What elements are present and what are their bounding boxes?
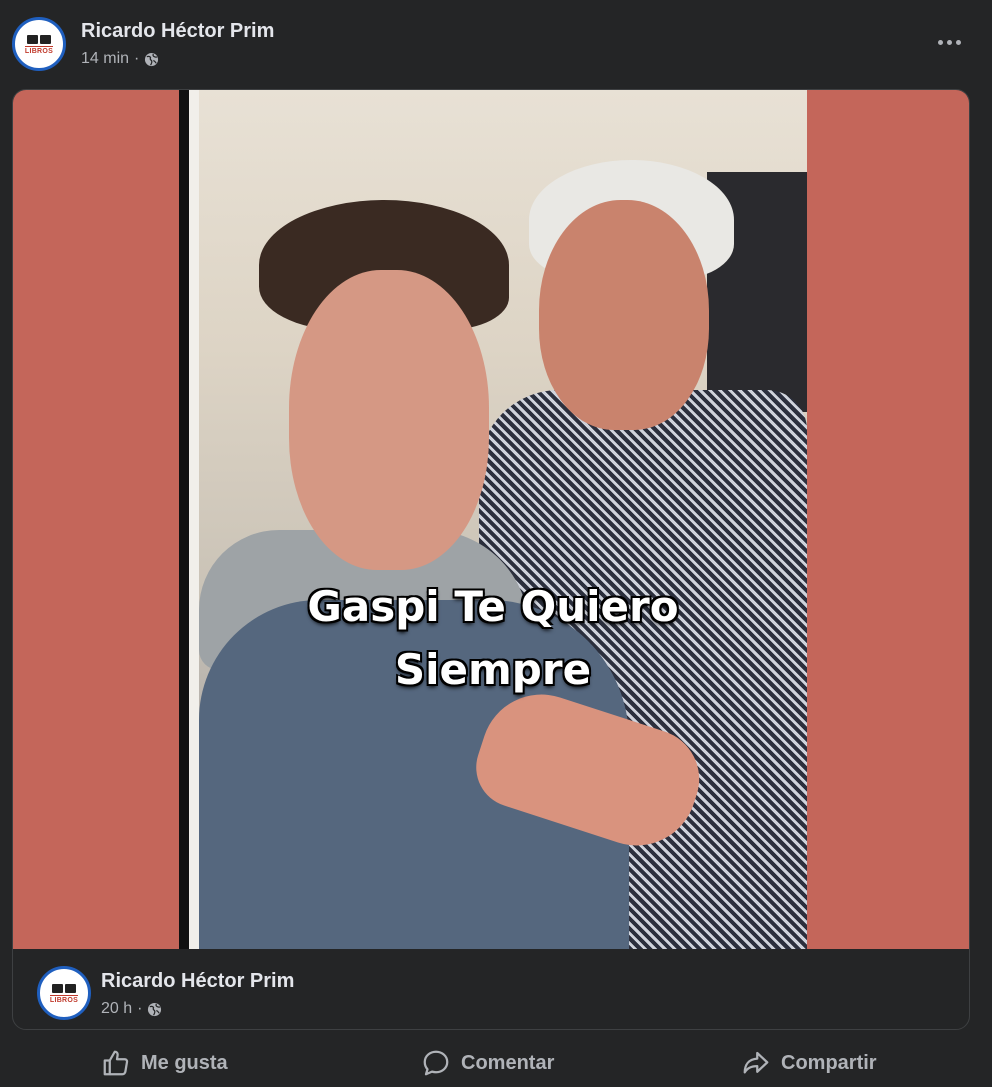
- books-logo-icon: [27, 34, 51, 44]
- comment-button[interactable]: Comentar: [421, 1046, 554, 1080]
- author-avatar[interactable]: LIBROS: [12, 17, 66, 71]
- comment-label: Comentar: [461, 1051, 555, 1074]
- globe-icon: [145, 52, 159, 66]
- post-meta: 14 min ·: [81, 50, 159, 68]
- books-logo-icon: [52, 983, 76, 993]
- share-label: Compartir: [781, 1051, 877, 1074]
- thumbs-up-icon: [103, 1050, 129, 1076]
- avatar-logo-word: LIBROS: [49, 994, 79, 1004]
- like-button[interactable]: Me gusta: [101, 1046, 228, 1080]
- share-arrow-icon: [743, 1051, 769, 1074]
- post-time[interactable]: 14 min: [81, 50, 129, 68]
- post-header: LIBROS Ricardo Héctor Prim 14 min ·: [0, 0, 992, 88]
- post-actions-bar: Me gusta Comentar Compartir: [0, 1040, 992, 1087]
- avatar-logo-word: LIBROS: [24, 45, 54, 55]
- more-options-button[interactable]: [934, 30, 964, 54]
- meta-separator: ·: [134, 50, 140, 67]
- globe-icon: [148, 1002, 162, 1016]
- more-options-icon: [937, 39, 943, 45]
- author-name[interactable]: Ricardo Héctor Prim: [81, 20, 274, 43]
- shared-post-meta: 20 h ·: [101, 1000, 162, 1018]
- photo-caption-line-1: Gaspi Te Quiero: [307, 582, 679, 631]
- post-photo[interactable]: Gaspi Te Quiero Siempre: [179, 90, 807, 949]
- shared-author-avatar[interactable]: LIBROS: [37, 966, 91, 1020]
- share-button[interactable]: Compartir: [741, 1046, 877, 1080]
- shared-post-time[interactable]: 20 h: [101, 1000, 132, 1018]
- like-label: Me gusta: [141, 1051, 228, 1074]
- shared-author-name[interactable]: Ricardo Héctor Prim: [101, 970, 294, 993]
- shared-post-card[interactable]: Gaspi Te Quiero Siempre LIBROS Ricardo H…: [12, 89, 970, 1030]
- comment-bubble-icon: [423, 1050, 449, 1076]
- media-area[interactable]: Gaspi Te Quiero Siempre: [13, 90, 969, 949]
- photo-caption-line-2: Siempre: [394, 645, 592, 694]
- meta-separator: ·: [137, 1000, 143, 1017]
